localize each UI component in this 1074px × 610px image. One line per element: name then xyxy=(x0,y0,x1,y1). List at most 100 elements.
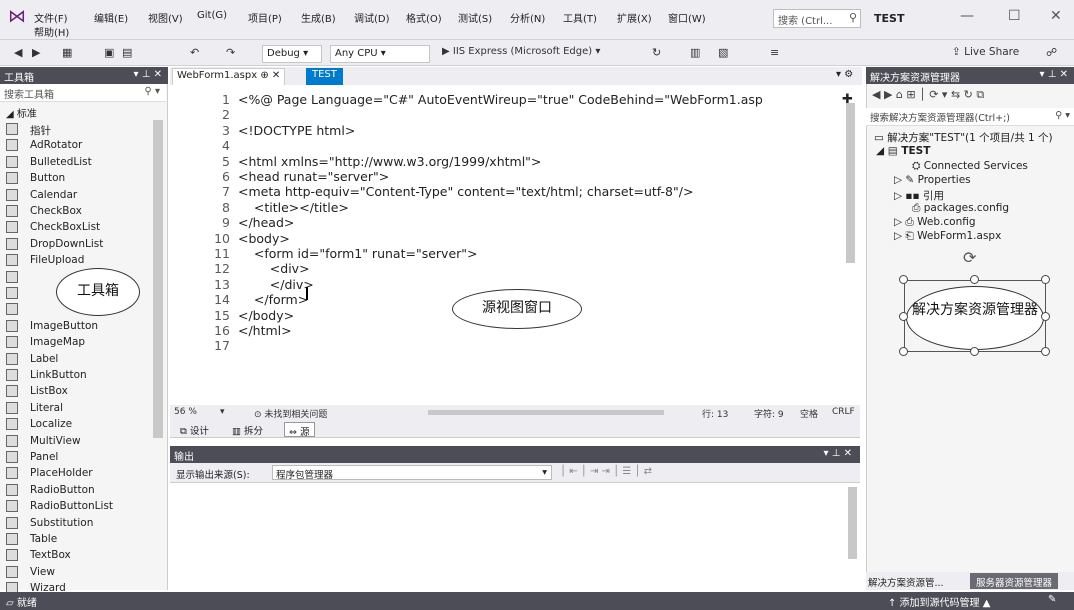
zoom-dropdown-icon[interactable]: ▾ xyxy=(220,407,225,417)
toolbox-scrollbar[interactable] xyxy=(153,120,163,438)
output-source-dropdown[interactable]: 程序包管理器 ▾ xyxy=(272,465,552,481)
resize-handle[interactable] xyxy=(1041,312,1050,321)
back-icon[interactable]: ◀ xyxy=(14,46,22,59)
menu-project[interactable]: 项目(P) xyxy=(248,10,282,25)
toolbox-item[interactable]: Label xyxy=(0,352,152,368)
menu-test[interactable]: 测试(S) xyxy=(458,10,492,25)
refresh-icon[interactable]: ↻ xyxy=(652,46,661,59)
toolbox-search-input[interactable]: 搜索工具箱 ⚲ ▾ xyxy=(0,84,166,102)
toolbox-item[interactable]: DropDownList xyxy=(0,237,152,253)
toolbox-item[interactable]: Substitution xyxy=(0,516,152,532)
toolbox-item[interactable]: Button xyxy=(0,171,152,187)
toolbox-item[interactable]: BulletedList xyxy=(0,155,152,171)
solution-root[interactable]: ▭ 解决方案"TEST"(1 个项目/共 1 个) xyxy=(874,130,1053,145)
output-text-area[interactable] xyxy=(170,483,860,590)
toolbox-item[interactable]: TextBox xyxy=(0,548,152,564)
horizontal-scrollbar[interactable] xyxy=(428,410,664,415)
menu-extensions[interactable]: 扩展(X) xyxy=(617,10,652,25)
output-toolbar-icons[interactable]: │ ⇤ │ ⇥ ⇥ │ ☰ │ ⇄ xyxy=(560,466,652,477)
menu-build[interactable]: 生成(B) xyxy=(301,10,336,25)
node-web-config[interactable]: ▷ ⎙ Web.config xyxy=(894,216,976,229)
whitespace-mode[interactable]: 空格 xyxy=(800,407,818,420)
toolbox-item[interactable]: RadioButtonList xyxy=(0,499,152,515)
minimize-icon[interactable]: — xyxy=(960,8,974,24)
config-dropdown[interactable]: Debug ▾ xyxy=(262,45,322,63)
tab-server-explorer[interactable]: 服务器资源管理器 xyxy=(970,573,1059,589)
menu-git[interactable]: Git(G) xyxy=(197,10,227,21)
resize-handle[interactable] xyxy=(899,275,908,284)
toolbox-group-standard[interactable]: ◢ 标准 xyxy=(6,105,37,120)
line-ending[interactable]: CRLF xyxy=(832,407,855,417)
tab-design[interactable]: ⧉ 设计 xyxy=(176,422,213,437)
add-to-source-control[interactable]: ↑ 添加到源代码管理 ▲ xyxy=(888,594,990,609)
maximize-icon[interactable]: ☐ xyxy=(1008,8,1021,24)
tab-solution-explorer[interactable]: 解决方案资源管... xyxy=(868,575,944,589)
toolbox-item[interactable]: Localize xyxy=(0,417,152,433)
tab-source[interactable]: ⇔ 源 xyxy=(284,422,315,438)
toolbox-item[interactable]: AdRotator xyxy=(0,138,152,154)
resize-handle[interactable] xyxy=(899,347,908,356)
zoom-level[interactable]: 56 % xyxy=(174,407,197,417)
menu-help[interactable]: 帮助(H) xyxy=(34,24,69,39)
search-input[interactable]: 搜索 (Ctrl... ⚲ xyxy=(773,9,861,28)
tab-test[interactable]: TEST xyxy=(306,68,343,85)
resize-handle[interactable] xyxy=(1041,275,1050,284)
toolbox-item[interactable]: MultiView xyxy=(0,434,152,450)
notification-icon[interactable]: ✎ xyxy=(1048,594,1056,605)
tab-overflow-icon[interactable]: ▾ ⚙ xyxy=(836,69,853,80)
save-icon[interactable]: ▣ xyxy=(104,46,114,59)
menu-view[interactable]: 视图(V) xyxy=(148,10,183,25)
toolbox-item[interactable]: ListBox xyxy=(0,384,152,400)
node-connected-services[interactable]: ⛭ Connected Services xyxy=(912,160,1028,173)
undo-icon[interactable]: ↶ xyxy=(190,46,199,59)
node-properties[interactable]: ▷ ✎ Properties xyxy=(894,174,971,186)
toolbox-item[interactable]: PlaceHolder xyxy=(0,466,152,482)
live-share-button[interactable]: ⇪ Live Share xyxy=(952,46,1019,58)
menu-tools[interactable]: 工具(T) xyxy=(563,10,597,25)
toolbox-item[interactable]: Literal xyxy=(0,401,152,417)
redo-icon[interactable]: ↷ xyxy=(226,46,235,59)
platform-dropdown[interactable]: Any CPU ▾ xyxy=(330,45,430,63)
tab-webform1[interactable]: WebForm1.aspx ⊕ ✕ xyxy=(172,68,286,85)
save-all-icon[interactable]: ▤ xyxy=(122,46,132,59)
tab-split[interactable]: ▥ 拆分 xyxy=(228,422,267,437)
node-references[interactable]: ▷ ▪▪ 引用 xyxy=(894,188,944,203)
toolbox-item[interactable]: CheckBoxList xyxy=(0,220,152,236)
node-packages-config[interactable]: ⎙ packages.config xyxy=(912,202,1009,215)
feedback-icon[interactable]: ☍ xyxy=(1046,46,1057,59)
menu-debug[interactable]: 调试(D) xyxy=(354,10,390,25)
editor-scrollbar[interactable] xyxy=(846,103,855,263)
output-scrollbar[interactable] xyxy=(848,487,857,559)
issues-indicator[interactable]: ⊙ 未找到相关问题 xyxy=(254,407,327,420)
comment-icon[interactable]: ▧ xyxy=(718,46,728,59)
new-item-icon[interactable]: ▦ xyxy=(62,46,72,59)
node-webform1[interactable]: ▷ ⎗ WebForm1.aspx xyxy=(894,230,1001,243)
close-icon[interactable]: ✕ xyxy=(1050,8,1062,24)
toolbox-item[interactable]: Calendar xyxy=(0,188,152,204)
toolbox-item[interactable]: ImageButton xyxy=(0,319,152,335)
toolbox-item[interactable]: LinkButton xyxy=(0,368,152,384)
toolbox-item[interactable]: ImageMap xyxy=(0,335,152,351)
menu-file[interactable]: 文件(F) xyxy=(34,10,68,25)
forward-icon[interactable]: ▶ xyxy=(32,46,40,59)
resize-handle[interactable] xyxy=(1041,347,1050,356)
run-button[interactable]: ▶ IIS Express (Microsoft Edge) ▾ xyxy=(442,46,600,57)
resize-handle[interactable] xyxy=(899,312,908,321)
solution-toolbar[interactable]: ◀ ▶ ⌂ ⊞ │ ⟳ ▾ ⇆ ↻ ⧉ xyxy=(872,88,984,102)
menu-window[interactable]: 窗口(W) xyxy=(668,10,706,25)
rotate-handle-icon[interactable]: ⟳ xyxy=(963,248,976,267)
resize-handle[interactable] xyxy=(970,275,979,284)
menu-edit[interactable]: 编辑(E) xyxy=(94,10,128,25)
toolbox-item[interactable]: 指针 xyxy=(0,122,152,138)
resize-handle[interactable] xyxy=(970,347,979,356)
toolbox-item[interactable]: RadioButton xyxy=(0,483,152,499)
format-icon[interactable]: ≡ xyxy=(770,46,779,59)
toolbox-item[interactable]: FileUpload xyxy=(0,253,152,269)
menu-analyze[interactable]: 分析(N) xyxy=(510,10,545,25)
solution-search-input[interactable]: 搜索解决方案资源管理器(Ctrl+;) ⚲ ▾ xyxy=(866,108,1074,126)
project-node[interactable]: ◢ ▤ TEST xyxy=(876,145,930,157)
toolbox-item[interactable]: Table xyxy=(0,532,152,548)
toolbox-item[interactable]: CheckBox xyxy=(0,204,152,220)
browser-icon[interactable]: ▥ xyxy=(690,46,700,59)
toolbox-item[interactable]: View xyxy=(0,565,152,581)
